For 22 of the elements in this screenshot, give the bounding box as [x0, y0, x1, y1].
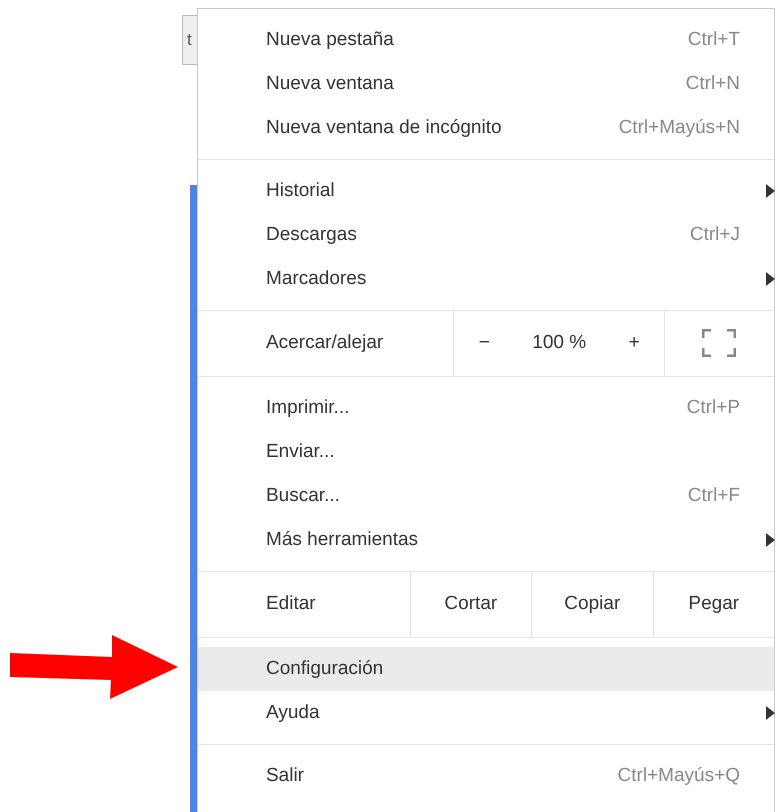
edit-button[interactable]: Pegar	[682, 590, 746, 619]
zoom-in-button[interactable]: +	[622, 329, 646, 358]
menu-item[interactable]: Marcadores	[198, 257, 774, 301]
edit-button[interactable]: Cortar	[438, 590, 504, 619]
menu-item[interactable]: Más herramientas	[198, 518, 774, 562]
menu-item[interactable]: Imprimir... Ctrl+P	[198, 386, 774, 430]
menu-item[interactable]: Historial	[198, 169, 774, 213]
menu-item[interactable]: Nueva pestaña Ctrl+T	[198, 18, 774, 62]
menu-item[interactable]: Enviar...	[198, 430, 774, 474]
menu-item[interactable]: Configuración	[198, 647, 774, 691]
menu-label: Acercar/alejar	[266, 331, 384, 356]
menu-label: Editar	[266, 592, 316, 616]
zoom-out-button[interactable]: −	[472, 329, 496, 358]
menu-item[interactable]: Descargas Ctrl+J	[198, 213, 774, 257]
menu-item[interactable]: Buscar... Ctrl+F	[198, 474, 774, 518]
menu-item[interactable]: Nueva ventana Ctrl+N	[198, 62, 774, 106]
zoom-value: 100 %	[532, 331, 586, 356]
menu-item[interactable]: Ayuda	[198, 691, 774, 735]
edit-button[interactable]: Copiar	[558, 590, 626, 619]
menu-item[interactable]: Nueva ventana de incógnito Ctrl+Mayús+N	[198, 106, 774, 150]
menu-item[interactable]: Salir Ctrl+Mayús+Q	[198, 754, 774, 798]
address-field[interactable]: t	[182, 15, 197, 65]
